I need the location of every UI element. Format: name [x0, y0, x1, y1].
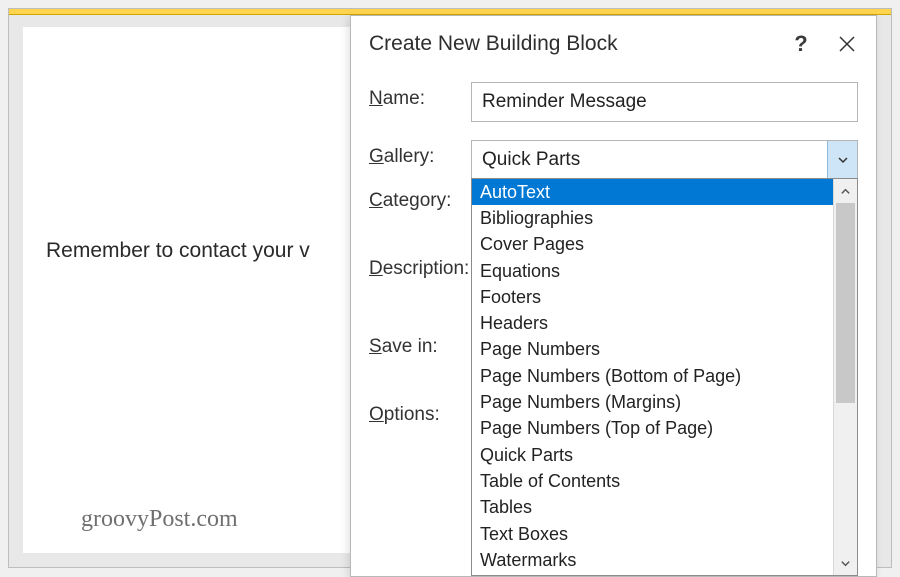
labels-stack: Category: Description: Save in: Options: — [369, 190, 473, 472]
description-label: Description: — [369, 258, 471, 280]
document-body-text: Remember to contact your v — [46, 239, 310, 263]
gallery-option[interactable]: Headers — [472, 310, 833, 336]
gallery-option[interactable]: Page Numbers (Top of Page) — [472, 416, 833, 442]
gallery-option[interactable]: Page Numbers (Margins) — [472, 389, 833, 415]
gallery-option[interactable]: Watermarks — [472, 547, 833, 573]
gallery-combo-button[interactable] — [827, 141, 857, 179]
name-input[interactable] — [471, 82, 858, 122]
gallery-option[interactable]: Text Boxes — [472, 521, 833, 547]
gallery-option[interactable]: Page Numbers — [472, 337, 833, 363]
options-label: Options: — [369, 404, 471, 426]
gallery-option[interactable]: Quick Parts — [472, 442, 833, 468]
dialog-titlebar: Create New Building Block ? — [351, 16, 876, 72]
gallery-option[interactable]: Bibliographies — [472, 205, 833, 231]
gallery-combo[interactable]: Quick Parts — [471, 140, 858, 180]
gallery-dropdown-list: AutoText Bibliographies Cover Pages Equa… — [472, 179, 833, 575]
gallery-label: Gallery: — [369, 140, 471, 168]
gallery-option[interactable]: Tables — [472, 495, 833, 521]
close-button[interactable] — [824, 23, 870, 65]
watermark-text: groovyPost.com — [81, 506, 238, 533]
dialog-title: Create New Building Block — [369, 32, 778, 56]
gallery-dropdown[interactable]: AutoText Bibliographies Cover Pages Equa… — [471, 178, 858, 576]
close-icon — [838, 35, 856, 53]
save-in-label: Save in: — [369, 336, 471, 358]
app-window: Remember to contact your v groovyPost.co… — [8, 8, 892, 568]
dropdown-scrollbar[interactable] — [833, 179, 857, 575]
gallery-option[interactable]: Cover Pages — [472, 232, 833, 258]
category-label: Category: — [369, 190, 471, 212]
gallery-combo-value: Quick Parts — [472, 149, 827, 171]
scroll-up-button[interactable] — [834, 179, 857, 203]
name-label: Name: — [369, 82, 471, 110]
scroll-thumb[interactable] — [836, 203, 855, 403]
gallery-option[interactable]: Page Numbers (Bottom of Page) — [472, 363, 833, 389]
create-building-block-dialog: Create New Building Block ? Name: Galler… — [350, 15, 877, 577]
gallery-option[interactable]: Equations — [472, 258, 833, 284]
gallery-option[interactable]: AutoText — [472, 179, 833, 205]
gallery-option[interactable]: Footers — [472, 284, 833, 310]
chevron-up-icon — [840, 186, 851, 197]
help-button[interactable]: ? — [778, 23, 824, 65]
chevron-down-icon — [840, 558, 851, 569]
scroll-down-button[interactable] — [834, 551, 857, 575]
chevron-down-icon — [837, 154, 849, 166]
gallery-option[interactable]: Table of Contents — [472, 468, 833, 494]
dialog-form: Name: Gallery: Quick Parts — [351, 72, 876, 180]
